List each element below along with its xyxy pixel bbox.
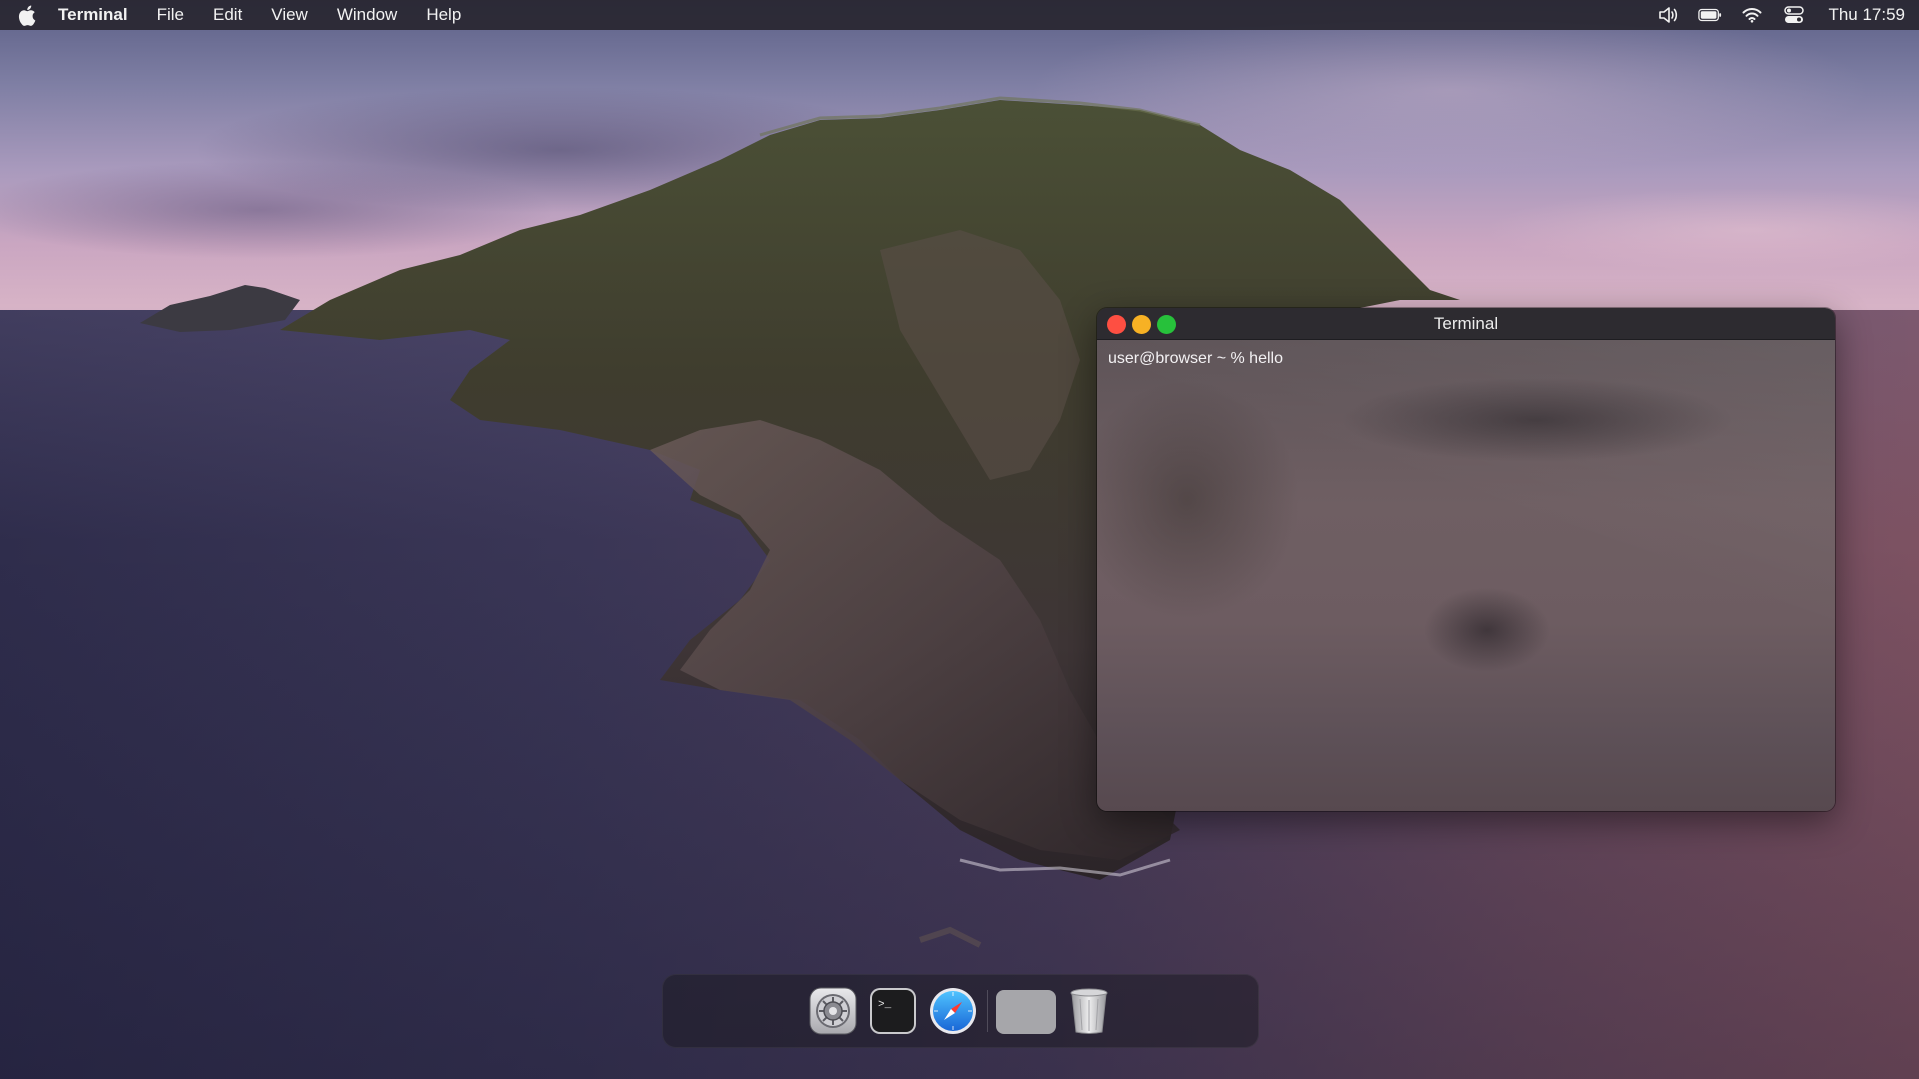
- menu-edit[interactable]: Edit: [213, 5, 242, 25]
- terminal-window: Terminal user@browser ~ % hello: [1097, 308, 1835, 811]
- minimize-button[interactable]: [1132, 315, 1151, 334]
- menu-window[interactable]: Window: [337, 5, 397, 25]
- status-area: Thu 17:59: [1656, 5, 1909, 25]
- menu-file[interactable]: File: [157, 5, 184, 25]
- terminal-prompt-line: user@browser ~ % hello: [1108, 350, 1283, 367]
- settings-icon[interactable]: [809, 987, 857, 1035]
- menu-bar: Terminal File Edit View Window Help Thu …: [0, 0, 1919, 30]
- wifi-icon[interactable]: [1740, 5, 1764, 25]
- svg-text:>_: >_: [878, 999, 892, 1011]
- dock-separator: [987, 990, 988, 1032]
- trash-icon[interactable]: [1069, 987, 1117, 1035]
- window-controls: [1107, 315, 1176, 334]
- terminal-titlebar[interactable]: Terminal: [1097, 308, 1835, 340]
- battery-icon[interactable]: [1698, 5, 1722, 25]
- maximize-button[interactable]: [1157, 315, 1176, 334]
- menu-view[interactable]: View: [271, 5, 308, 25]
- menu-clock[interactable]: Thu 17:59: [1828, 5, 1905, 25]
- terminal-title: Terminal: [1433, 313, 1499, 333]
- safari-icon[interactable]: [929, 987, 977, 1035]
- blank-app-icon[interactable]: [996, 987, 1056, 1035]
- apple-menu-icon[interactable]: [18, 4, 40, 26]
- control-center-icon[interactable]: [1782, 5, 1806, 25]
- terminal-content[interactable]: user@browser ~ % hello: [1097, 340, 1835, 811]
- menu-help[interactable]: Help: [426, 5, 461, 25]
- close-button[interactable]: [1107, 315, 1126, 334]
- dock: >_: [662, 974, 1259, 1048]
- menu-app-name[interactable]: Terminal: [58, 5, 128, 25]
- terminal-icon[interactable]: >_: [869, 987, 917, 1035]
- volume-icon[interactable]: [1656, 5, 1680, 25]
